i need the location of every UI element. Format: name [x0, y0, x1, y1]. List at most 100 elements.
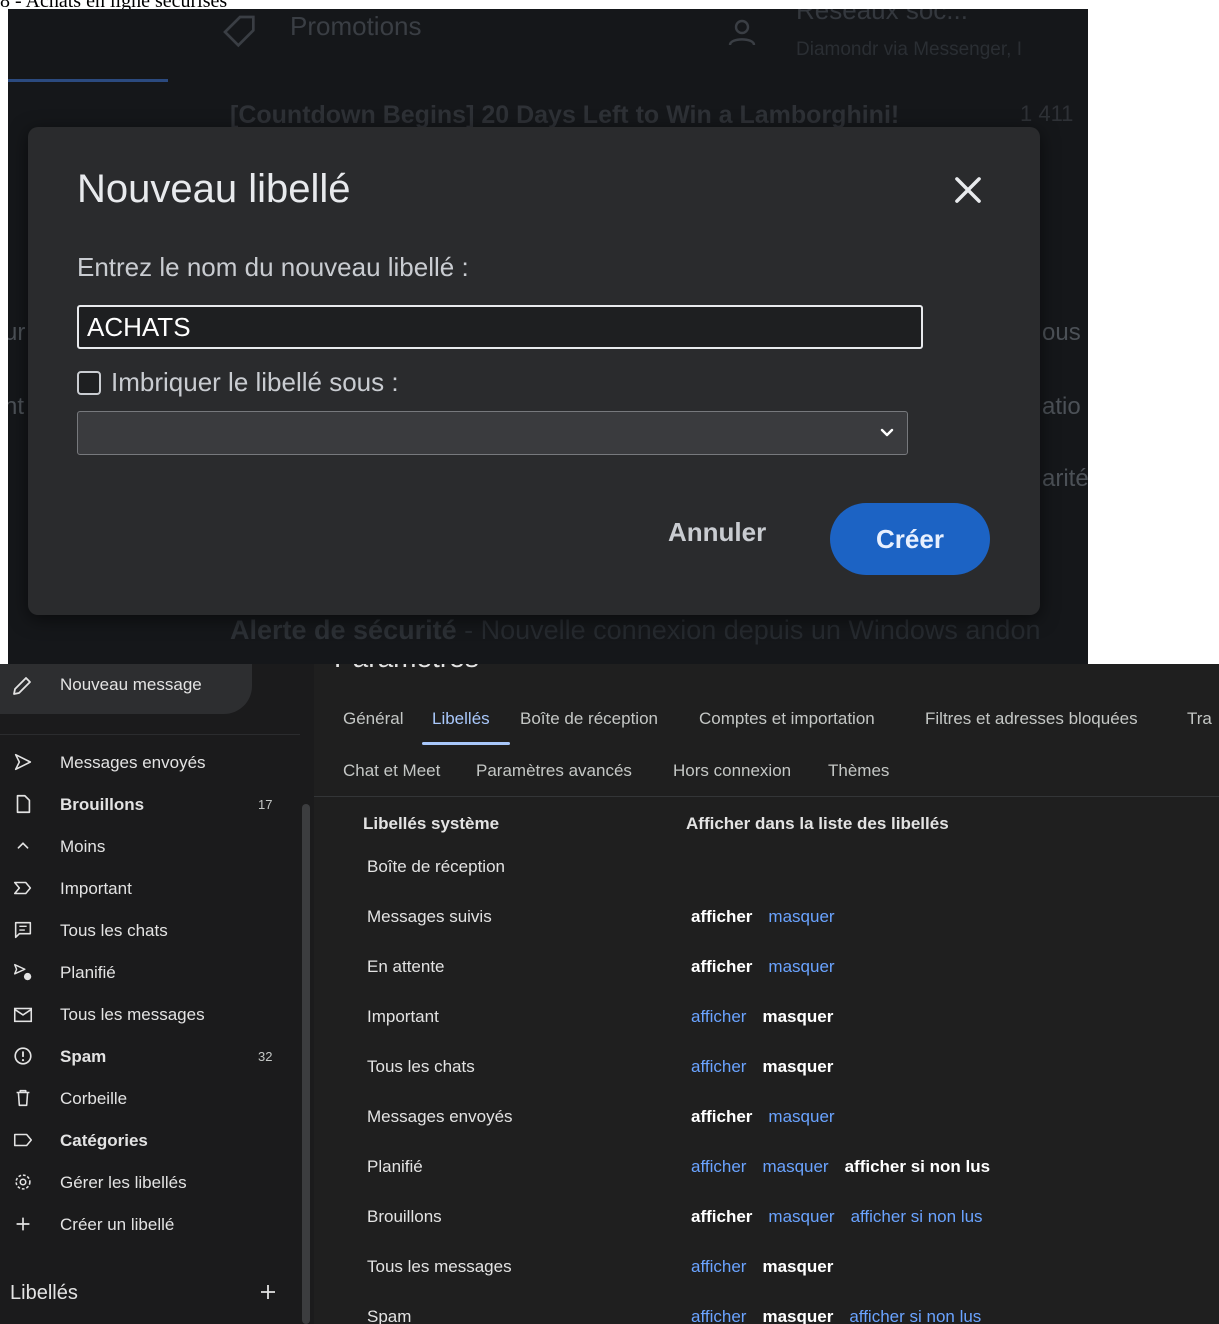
sidebar-item[interactable]: Spam 32 [0, 1036, 300, 1078]
all-mail-icon [13, 1007, 33, 1023]
label-icon [13, 1133, 33, 1147]
nest-label-text: Imbriquer le libellé sous : [111, 367, 399, 397]
visibility-option-link[interactable]: masquer [762, 1157, 828, 1177]
settings-tab[interactable]: Boîte de réception [520, 709, 658, 729]
settings-tab[interactable]: Paramètres avancés [476, 761, 632, 781]
visibility-options: afficher masquer afficher si non lus [691, 1157, 1006, 1177]
sidebar-item-label: Gérer les libellés [60, 1173, 187, 1192]
visibility-option-selected: afficher [691, 907, 753, 926]
visibility-option-link[interactable]: afficher si non lus [851, 1207, 983, 1227]
add-label-icon[interactable] [256, 1280, 280, 1304]
sidebar-item-label: Important [60, 879, 132, 898]
settings-tab[interactable]: Chat et Meet [343, 761, 440, 781]
sidebar-item-label: Brouillons [60, 795, 145, 814]
settings-tab[interactable]: Général [343, 709, 403, 729]
background-tab-indicator [8, 79, 168, 82]
system-label-name: Tous les messages [367, 1257, 512, 1276]
sidebar-item-label: Tous les messages [60, 1005, 205, 1024]
new-label-dialog: Nouveau libellé Entrez le nom du nouveau… [28, 127, 1040, 615]
sidebar-item[interactable]: Important [0, 868, 300, 910]
sidebar-item-label: Planifié [60, 963, 116, 982]
visibility-option-link[interactable]: masquer [768, 957, 834, 977]
compose-label: Nouveau message [60, 675, 202, 694]
create-button[interactable]: Créer [830, 503, 990, 575]
settings-tab[interactable]: Thèmes [828, 761, 889, 781]
sidebar-item[interactable]: Créer un libellé [0, 1204, 300, 1246]
visibility-option-selected: masquer [762, 1307, 834, 1324]
sidebar-item[interactable]: Brouillons 17 [0, 784, 300, 826]
visibility-option-selected: masquer [762, 1257, 834, 1276]
compose-button[interactable]: Nouveau message [0, 664, 252, 714]
gear-icon [15, 1174, 31, 1190]
visibility-option-link[interactable]: masquer [768, 907, 834, 927]
sidebar: Nouveau message Messages envoyés Brouillo… [0, 664, 314, 1324]
sidebar-item-label: Moins [60, 837, 106, 856]
background-count: 1 411 [1020, 101, 1074, 126]
background-fragment: ur [8, 319, 26, 346]
visibility-option-link[interactable]: afficher [691, 1257, 746, 1277]
system-label-name: Brouillons [367, 1207, 442, 1226]
tag-icon [223, 15, 255, 48]
sidebar-item-label: Corbeille [60, 1089, 128, 1108]
settings-tab[interactable]: Tra [1187, 709, 1212, 729]
system-label-name: Important [367, 1007, 439, 1026]
sidebar-item[interactable]: Tous les messages [0, 994, 300, 1036]
sidebar-divider [0, 734, 300, 735]
background-security-alert: Alerte de sécurité - Nouvelle connexion … [230, 615, 1040, 646]
visibility-option-link[interactable]: afficher [691, 1057, 746, 1077]
visibility-option-selected: masquer [762, 1057, 834, 1076]
visibility-option-selected: afficher [691, 957, 753, 976]
visibility-option-selected: afficher [691, 1207, 753, 1226]
sidebar-item-label: Messages envoyés [60, 753, 206, 772]
active-tab-indicator [422, 742, 510, 745]
cancel-button[interactable]: Annuler [668, 517, 766, 548]
background-fragment: atio [1042, 393, 1081, 420]
parent-label-select[interactable] [77, 411, 908, 455]
system-label-name: Planifié [367, 1157, 423, 1176]
settings-tab[interactable]: Hors connexion [673, 761, 791, 781]
sidebar-scrollbar[interactable] [302, 804, 310, 1324]
visibility-option-link[interactable]: afficher [691, 1007, 746, 1027]
visibility-options: afficher masquer [691, 907, 851, 927]
label-name-input[interactable] [77, 305, 923, 349]
sidebar-item[interactable]: Planifié [0, 952, 300, 994]
show-in-list-header: Afficher dans la liste des libellés [686, 814, 949, 833]
people-icon [728, 19, 756, 46]
visibility-option-link[interactable]: masquer [768, 1107, 834, 1127]
labels-section-title: Libellés [10, 1282, 78, 1304]
background-alert-rest: - Nouvelle connexion depuis un Windows a… [456, 615, 1041, 645]
sidebar-item[interactable]: Gérer les libellés [0, 1162, 300, 1204]
visibility-option-selected: masquer [762, 1007, 834, 1026]
system-label-name: Messages suivis [367, 907, 492, 926]
label-name-prompt: Entrez le nom du nouveau libellé : [77, 252, 469, 282]
visibility-options: afficher masquer [691, 1057, 849, 1077]
settings-tab[interactable]: Filtres et adresses bloquées [925, 709, 1138, 729]
visibility-option-selected: afficher si non lus [844, 1157, 991, 1176]
settings-tab[interactable]: Comptes et importation [699, 709, 875, 729]
sidebar-item[interactable]: Messages envoyés [0, 742, 300, 784]
close-icon[interactable] [949, 171, 987, 209]
sidebar-item[interactable]: Tous les chats [0, 910, 300, 952]
background-fragment: ous [1042, 319, 1081, 346]
sidebar-item-count: 17 [258, 797, 273, 812]
nest-label-checkbox[interactable] [77, 370, 101, 395]
sidebar-item[interactable]: Catégories [0, 1120, 300, 1162]
sidebar-item[interactable]: Moins [0, 826, 300, 868]
sidebar-item[interactable]: Corbeille [0, 1078, 300, 1120]
trash-icon [16, 1089, 30, 1107]
background-fragment: nt [8, 393, 25, 420]
plus-icon [16, 1217, 30, 1231]
visibility-option-link[interactable]: afficher si non lus [849, 1307, 981, 1324]
scheduled-icon [14, 963, 32, 981]
visibility-option-link[interactable]: masquer [768, 1207, 834, 1227]
pencil-icon [13, 677, 31, 695]
chevron-up-icon [17, 842, 29, 849]
system-label-name: Boîte de réception [367, 857, 505, 876]
settings-tab[interactable]: Libellés [432, 709, 490, 729]
sidebar-item-label: Créer un libellé [60, 1215, 175, 1234]
visibility-options: afficher masquer [691, 1007, 849, 1027]
visibility-option-link[interactable]: afficher [691, 1157, 746, 1177]
visibility-option-link[interactable]: afficher [691, 1307, 746, 1324]
system-label-name: Messages envoyés [367, 1107, 513, 1126]
settings-main: Paramètres Général Libellés Boîte de récep… [314, 664, 1219, 1324]
